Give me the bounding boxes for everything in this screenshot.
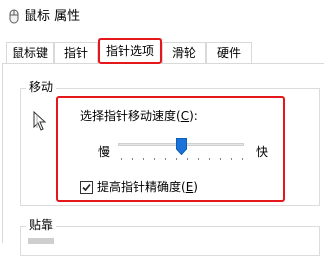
pointer-speed-label: 选择指针移动速度(C): xyxy=(80,109,198,123)
slider-tick xyxy=(220,158,221,160)
tab-wheel[interactable]: 滑轮 xyxy=(162,42,206,63)
fast-label: 快 xyxy=(256,145,269,159)
window-title: 鼠标 属性 xyxy=(24,9,81,24)
slider-tick xyxy=(165,158,166,160)
tab-pointer-options[interactable]: 指针选项 xyxy=(98,38,162,64)
slider-thumb[interactable] xyxy=(175,138,187,155)
slider-tick xyxy=(154,158,155,160)
slider-tick xyxy=(187,158,188,160)
enhance-precision-label[interactable]: 提高指针精确度(E) xyxy=(97,180,198,195)
motion-group-label: 移动 xyxy=(26,80,57,94)
tab-strip: 鼠标键 指针 指针选项 滑轮 硬件 xyxy=(0,38,324,64)
slider-tick xyxy=(143,158,144,160)
title-bar: 鼠标 属性 xyxy=(0,0,324,34)
slider-tick xyxy=(198,158,199,160)
pointer-speed-slider[interactable] xyxy=(116,138,248,164)
snap-groupbox xyxy=(20,226,320,256)
tab-pointers[interactable]: 指针 xyxy=(54,42,98,63)
slow-label: 慢 xyxy=(98,145,111,159)
slider-tick xyxy=(231,158,232,160)
enhance-precision-checkbox[interactable] xyxy=(80,181,93,194)
slider-tick xyxy=(121,158,122,160)
slider-tick xyxy=(132,158,133,160)
snap-group-label: 贴靠 xyxy=(26,218,57,232)
slider-tick xyxy=(209,158,210,160)
mouse-icon xyxy=(9,9,19,24)
slider-tick xyxy=(242,158,243,160)
snap-to-icon xyxy=(28,238,54,244)
tab-hardware[interactable]: 硬件 xyxy=(206,42,252,63)
checkmark-icon xyxy=(82,183,91,192)
tab-mouse-buttons[interactable]: 鼠标键 xyxy=(6,42,54,63)
slider-tick xyxy=(176,158,177,160)
pointer-speed-icon xyxy=(33,110,47,131)
